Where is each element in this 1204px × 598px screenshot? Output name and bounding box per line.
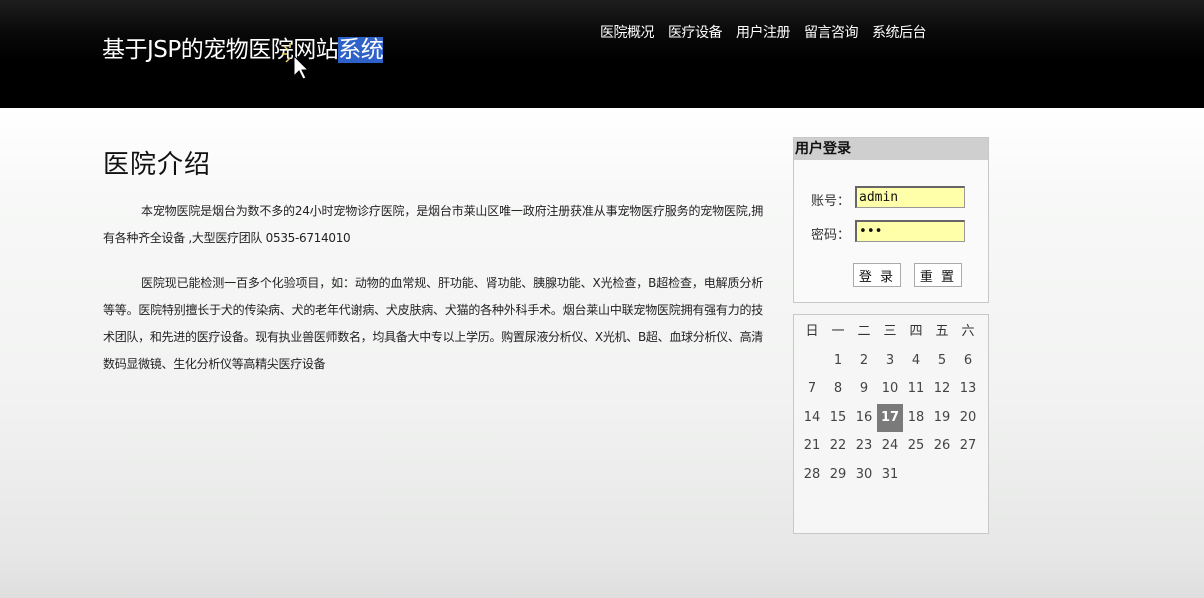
calendar-day[interactable]: 2 (851, 347, 877, 376)
calendar-day[interactable]: 31 (877, 461, 903, 490)
username-input[interactable] (855, 186, 965, 208)
calendar-day[interactable]: 13 (955, 375, 981, 404)
calendar-day[interactable]: 4 (903, 347, 929, 376)
calendar-day[interactable]: 1 (825, 347, 851, 376)
calendar-day[interactable]: 14 (799, 404, 825, 433)
login-panel: 用户登录 账号： 密码： 登 录 重 置 (793, 137, 989, 303)
calendar-weekday: 二 (857, 324, 871, 339)
password-label: 密码： (810, 228, 850, 243)
mouse-cursor-icon (282, 43, 310, 80)
header-bar: 基于JSP的宠物医院网站系统 医院概况 医疗设备 用户注册 留言咨询 系统后台 (0, 0, 1204, 108)
calendar-day[interactable]: 28 (799, 461, 825, 490)
nav-message-consult[interactable]: 留言咨询 (804, 22, 859, 42)
calendar-day[interactable]: 3 (877, 347, 903, 376)
calendar-day[interactable]: 15 (825, 404, 851, 433)
calendar-weekday: 五 (935, 324, 949, 339)
username-row: 账号： (794, 186, 988, 210)
calendar-weekday: 六 (961, 324, 975, 339)
nav-user-register[interactable]: 用户注册 (736, 22, 791, 42)
calendar-weekday: 一 (831, 324, 845, 339)
intro-paragraph-2: 医院现已能检测一百多个化验项目，如：动物的血常规、肝功能、肾功能、胰腺功能、X光… (103, 276, 763, 371)
calendar-day[interactable]: 20 (955, 404, 981, 433)
calendar-today[interactable]: 17 (877, 403, 903, 432)
calendar-day[interactable]: 10 (877, 375, 903, 404)
main-nav: 医院概况 医疗设备 用户注册 留言咨询 系统后台 (600, 22, 927, 42)
site-title: 基于JSP的宠物医院网站系统 (102, 30, 384, 64)
calendar-widget: 日一二三四五六 1 2 3 4 5 6 7 8 9 10 11 12 13 14 15 16 17 18 19 20 21… (793, 314, 989, 534)
calendar-blank-cell (799, 347, 825, 376)
login-button[interactable]: 登 录 (853, 263, 901, 287)
calendar-day[interactable]: 25 (903, 432, 929, 461)
calendar-day[interactable]: 5 (929, 347, 955, 376)
intro-paragraph-1: 本宠物医院是烟台为数不多的24小时宠物诊疗医院，是烟台市莱山区唯一政府注册获准从… (103, 204, 763, 245)
calendar-day[interactable]: 27 (955, 432, 981, 461)
reset-button[interactable]: 重 置 (914, 263, 962, 287)
calendar-day[interactable]: 22 (825, 432, 851, 461)
calendar-day[interactable]: 21 (799, 432, 825, 461)
calendar-grid: 日一二三四五六 1 2 3 4 5 6 7 8 9 10 11 12 13 14 15 16 17 18 19 20 21… (799, 318, 981, 489)
calendar-day[interactable]: 26 (929, 432, 955, 461)
calendar-day[interactable]: 19 (929, 404, 955, 433)
calendar-day[interactable]: 12 (929, 375, 955, 404)
username-label: 账号： (810, 194, 850, 209)
page-title: 医院介绍 (103, 150, 212, 180)
calendar-day[interactable]: 29 (825, 461, 851, 490)
calendar-weekday: 三 (883, 324, 897, 339)
nav-medical-equipment[interactable]: 医疗设备 (668, 22, 723, 42)
password-row: 密码： (794, 220, 988, 244)
password-input[interactable] (855, 220, 965, 242)
login-panel-title: 用户登录 (794, 138, 988, 160)
calendar-day[interactable]: 23 (851, 432, 877, 461)
site-title-selected-text: 系统 (338, 37, 384, 63)
nav-hospital-overview[interactable]: 医院概况 (600, 22, 655, 42)
calendar-day[interactable]: 16 (851, 404, 877, 433)
calendar-weekday: 四 (909, 324, 923, 339)
calendar-day[interactable]: 9 (851, 375, 877, 404)
calendar-day[interactable]: 11 (903, 375, 929, 404)
calendar-day[interactable]: 7 (799, 375, 825, 404)
calendar-weekday: 日 (805, 324, 819, 339)
calendar-day[interactable]: 24 (877, 432, 903, 461)
calendar-day[interactable]: 6 (955, 347, 981, 376)
nav-admin-backend[interactable]: 系统后台 (872, 22, 927, 42)
calendar-day[interactable]: 8 (825, 375, 851, 404)
calendar-day[interactable]: 18 (903, 404, 929, 433)
calendar-day[interactable]: 30 (851, 461, 877, 490)
